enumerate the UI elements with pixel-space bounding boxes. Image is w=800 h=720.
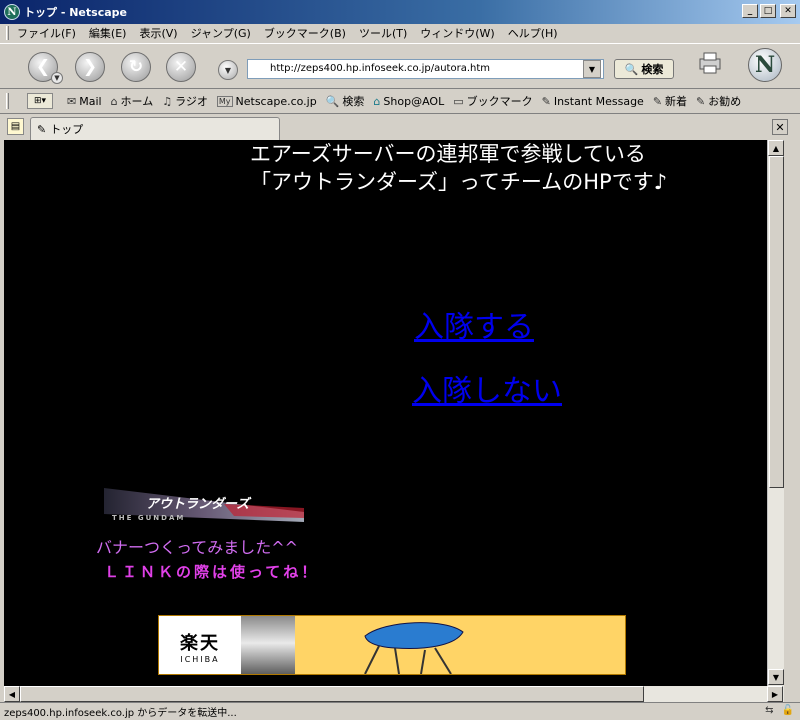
product-photo <box>241 616 295 674</box>
menu-help[interactable]: ヘルプ(H) <box>508 25 558 41</box>
bookmark-instant-message[interactable]: ✎ Instant Message <box>542 95 644 108</box>
close-button[interactable]: ✕ <box>780 4 796 18</box>
reload-button[interactable]: ↻ <box>121 52 151 82</box>
netscape-logo[interactable]: N <box>748 48 782 82</box>
menu-go[interactable]: ジャンプ(G) <box>191 25 251 41</box>
bookmark-home[interactable]: ⌂ ホーム <box>111 93 154 109</box>
vertical-scrollbar[interactable]: ▲ ▼ <box>767 140 784 686</box>
banner-caption: バナーつくってみました^^ <box>96 538 299 557</box>
scroll-up-button[interactable]: ▲ <box>768 140 784 156</box>
my-icon: My <box>216 95 233 107</box>
folder-icon: ▭ <box>453 94 464 108</box>
bookmark-new[interactable]: ✎ 新着 <box>653 93 687 109</box>
url-history-dropdown[interactable]: ▼ <box>583 60 601 78</box>
rakuten-ad-banner[interactable]: 楽天 ICHIBA <box>158 615 626 675</box>
bookmark-icon: ✎ <box>696 94 706 108</box>
menu-bookmarks[interactable]: ブックマーク(B) <box>264 25 346 41</box>
arrow-left-icon: ❮ <box>35 57 51 77</box>
bookmark-search[interactable]: 🔍 検索 <box>326 93 365 109</box>
home-icon: ⌂ <box>110 94 118 108</box>
new-tab-icon[interactable]: ▤ <box>7 118 24 135</box>
toolbar-grip[interactable] <box>6 93 9 109</box>
banner-subtitle: THE GUNDAM <box>112 514 185 522</box>
url-field[interactable]: http://zeps400.hp.infoseek.co.jp/autora.… <box>247 59 604 79</box>
print-button[interactable] <box>697 51 723 75</box>
reload-icon: ↻ <box>128 57 144 77</box>
banner-link-note: ＬＩＮＫの際は使ってね！ <box>104 563 320 581</box>
scroll-left-button[interactable]: ◀ <box>4 686 20 702</box>
status-icons: ⇆ 🔓 <box>765 705 794 716</box>
bookmark-radio[interactable]: ♫ ラジオ <box>162 93 208 109</box>
search-button[interactable]: 🔍 検索 <box>614 59 674 79</box>
url-dropdown-button[interactable]: ▼ <box>218 60 238 80</box>
vertical-scroll-thumb[interactable] <box>769 156 784 488</box>
printer-icon <box>699 52 721 74</box>
window-controls: _ □ ✕ <box>742 4 796 18</box>
radio-icon: ♫ <box>162 94 173 108</box>
arrow-right-icon: ❯ <box>82 57 98 77</box>
team-banner-image[interactable]: アウトランダーズ THE GUNDAM <box>104 484 304 526</box>
rakuten-logo-text: 楽天 <box>180 632 220 654</box>
headline-line-2: 「アウトランダーズ」ってチームのHPです♪ <box>250 170 668 194</box>
window-title-bar[interactable]: N トップ - Netscape _ □ ✕ <box>0 0 800 24</box>
page-headline: エアーズサーバーの連邦軍で参戦している 「アウトランダーズ」ってチームのHPです… <box>250 140 667 196</box>
menu-tools[interactable]: ツール(T) <box>359 25 407 41</box>
tab-label: トップ <box>50 123 84 136</box>
banner-title: アウトランダーズ <box>146 496 252 512</box>
toolbar-grip[interactable] <box>6 26 9 40</box>
stop-button[interactable]: ✕ <box>166 52 196 82</box>
chair-image <box>364 622 464 674</box>
minimize-button[interactable]: _ <box>742 4 758 18</box>
bookmark-recommend[interactable]: ✎ お勧め <box>696 93 741 109</box>
rakuten-logo-sub: ICHIBA <box>180 654 220 664</box>
bookmark-icon: ✎ <box>541 94 551 108</box>
headline-line-1: エアーズサーバーの連邦軍で参戦している <box>250 142 646 166</box>
menu-edit[interactable]: 編集(E) <box>89 25 127 41</box>
open-tab-button[interactable]: ⊞▾ <box>27 93 53 109</box>
netscape-app-icon: N <box>4 4 20 20</box>
join-link[interactable]: 入隊する <box>414 302 534 346</box>
bookmark-icon: ✎ <box>652 94 663 108</box>
bookmark-netscape[interactable]: My Netscape.co.jp <box>216 95 317 108</box>
menu-file[interactable]: ファイル(F) <box>17 25 76 41</box>
chevron-down-icon[interactable]: ▼ <box>51 72 63 84</box>
tab-bar: ▤ ✎ トップ ✕ <box>0 113 800 140</box>
mail-icon: ✉ <box>67 94 77 108</box>
stop-icon: ✕ <box>173 57 189 77</box>
back-button[interactable]: ❮ ▼ <box>28 52 63 84</box>
bookmarks-folder[interactable]: ▭ ブックマーク <box>453 93 532 109</box>
search-icon: 🔍 <box>325 94 340 108</box>
security-lock-icon[interactable]: 🔓 <box>782 705 794 716</box>
forward-button[interactable]: ❯ <box>75 52 105 82</box>
scroll-down-button[interactable]: ▼ <box>768 669 784 685</box>
close-tab-button[interactable]: ✕ <box>772 119 788 135</box>
window-title: トップ - Netscape <box>24 6 127 19</box>
decline-link[interactable]: 入隊しない <box>412 366 562 410</box>
horizontal-scrollbar[interactable]: ◀ ▶ <box>4 686 784 702</box>
connection-icon: ⇆ <box>765 705 774 716</box>
personal-toolbar: ⊞▾ ✉ Mail ⌂ ホーム ♫ ラジオ My Netscape.co.jp 🔍 検索 … <box>0 90 800 112</box>
status-bar: zeps400.hp.infoseek.co.jp からデータを転送中... ⇆… <box>0 702 800 720</box>
status-text: zeps400.hp.infoseek.co.jp からデータを転送中... <box>4 708 237 719</box>
magnifier-icon: 🔍 <box>624 62 639 76</box>
menu-window[interactable]: ウィンドウ(W) <box>420 25 494 41</box>
horizontal-scroll-thumb[interactable] <box>20 686 644 702</box>
maximize-button[interactable]: □ <box>760 4 776 18</box>
scroll-right-button[interactable]: ▶ <box>767 686 783 702</box>
bookmark-mail[interactable]: ✉ Mail <box>67 95 102 108</box>
menu-view[interactable]: 表示(V) <box>139 25 177 41</box>
search-button-label: 検索 <box>641 63 664 76</box>
aol-icon: ⌂ <box>373 94 381 108</box>
menu-bar: ファイル(F) 編集(E) 表示(V) ジャンプ(G) ブックマーク(B) ツー… <box>0 24 800 42</box>
tab-top[interactable]: ✎ トップ <box>30 117 280 140</box>
rakuten-logo: 楽天 ICHIBA <box>159 616 241 674</box>
page-icon: ✎ <box>37 122 47 136</box>
page-content: エアーズサーバーの連邦軍で参戦している 「アウトランダーズ」ってチームのHPです… <box>4 140 767 686</box>
bookmark-shop[interactable]: ⌂ Shop@AOL <box>373 95 444 108</box>
